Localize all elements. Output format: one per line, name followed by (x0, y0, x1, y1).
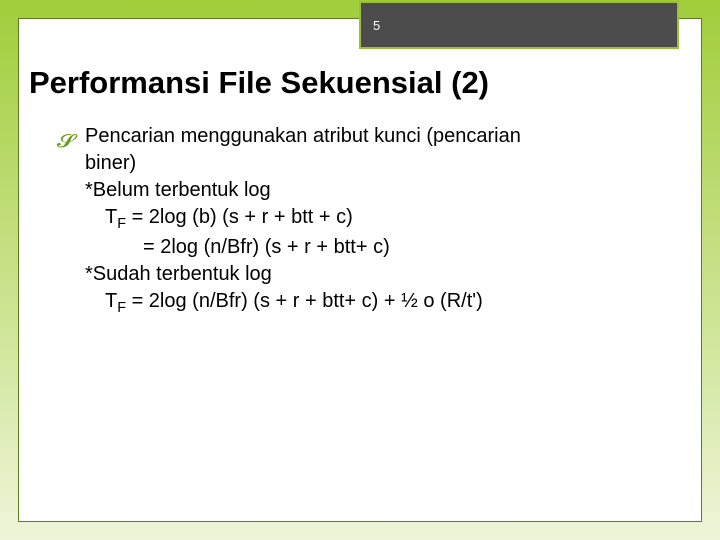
equation-2: = 2log (n/Bfr) (s + r + btt+ c) (59, 234, 661, 261)
tf-var: T (105, 206, 117, 228)
slide-body: 𝓢 Pencarian menggunakan atribut kunci (p… (59, 123, 661, 319)
line-not-log: *Belum terbentuk log (59, 177, 661, 204)
bullet-lead: Pencarian (85, 125, 175, 147)
tf-subscript: F (117, 216, 126, 232)
line-has-log: *Sudah terbentuk log (59, 261, 661, 288)
slide-title: Performansi File Sekuensial (2) (29, 65, 691, 101)
bullet-item: 𝓢 Pencarian menggunakan atribut kunci (p… (59, 123, 661, 150)
tf-subscript-2: F (117, 300, 126, 316)
equation-1: TF = 2log (b) (s + r + btt + c) (59, 204, 661, 234)
eq3-rhs: = 2log (n/Bfr) (s + r + btt+ c) + ½ o (R… (126, 290, 483, 312)
content-frame: 5 Performansi File Sekuensial (2) 𝓢 Penc… (18, 18, 702, 522)
eq1-rhs: = 2log (b) (s + r + btt + c) (126, 206, 353, 228)
swirl-bullet-icon: 𝓢 (57, 129, 75, 153)
page-number: 5 (373, 18, 380, 33)
tf-var-2: T (105, 290, 117, 312)
slide: 5 Performansi File Sekuensial (2) 𝓢 Penc… (0, 0, 720, 540)
header-bar: 5 (359, 1, 679, 49)
equation-3: TF = 2log (n/Bfr) (s + r + btt+ c) + ½ o… (59, 288, 661, 318)
line-biner: biner) (59, 150, 661, 177)
bullet-tail: menggunakan atribut kunci (pencarian (175, 125, 521, 147)
